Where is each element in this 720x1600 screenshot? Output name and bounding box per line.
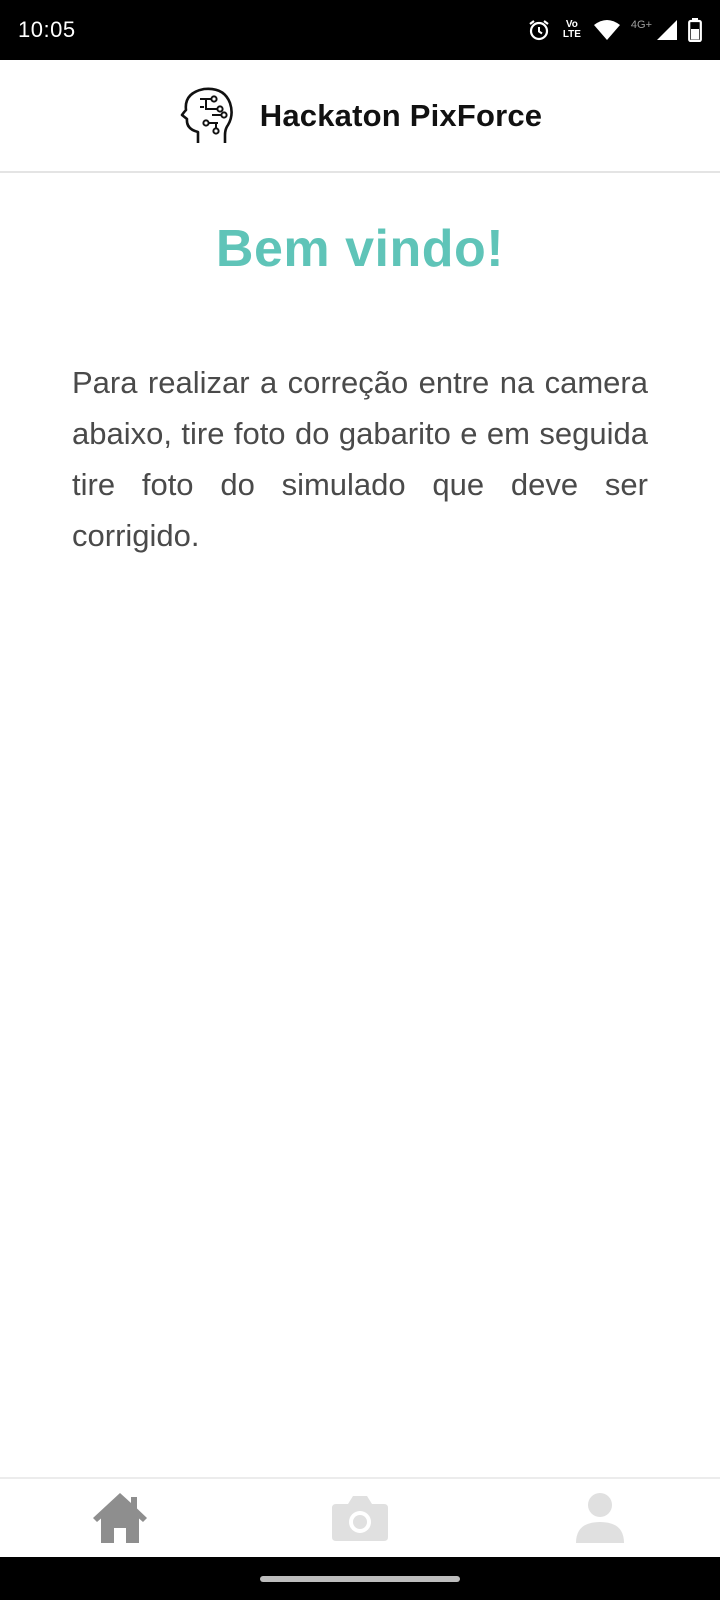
status-time: 10:05 xyxy=(18,17,76,42)
gesture-handle[interactable] xyxy=(260,1575,460,1582)
wifi-icon xyxy=(593,19,621,41)
home-icon xyxy=(91,1491,149,1545)
signal-icon xyxy=(656,19,678,41)
instructions-text: Para realizar a correção entre na camera… xyxy=(72,365,648,553)
alarm-icon xyxy=(527,18,551,42)
battery-icon xyxy=(688,18,702,42)
system-navigation-bar xyxy=(0,1557,720,1600)
status-icons: Vo LTE 4G+ xyxy=(527,18,702,42)
welcome-heading: Bem vindo! xyxy=(215,220,505,278)
network-type: 4G+ xyxy=(630,19,652,31)
bottom-navigation xyxy=(0,1477,720,1557)
nav-camera-button[interactable] xyxy=(300,1483,420,1553)
nav-home-button[interactable] xyxy=(60,1483,180,1553)
app-title: Hackaton PixForce xyxy=(259,97,543,133)
app-header: Hackaton PixForce xyxy=(0,60,720,173)
nav-profile-button[interactable] xyxy=(540,1483,660,1553)
brain-circuit-head-icon xyxy=(178,85,240,147)
volte-icon: Vo LTE xyxy=(562,19,581,40)
status-bar: 10:05 Vo LTE 4G+ xyxy=(0,0,720,60)
user-icon xyxy=(575,1492,625,1544)
main-content: Bem vindo! Para realizar a correção entr… xyxy=(0,175,720,561)
camera-icon xyxy=(330,1494,390,1542)
